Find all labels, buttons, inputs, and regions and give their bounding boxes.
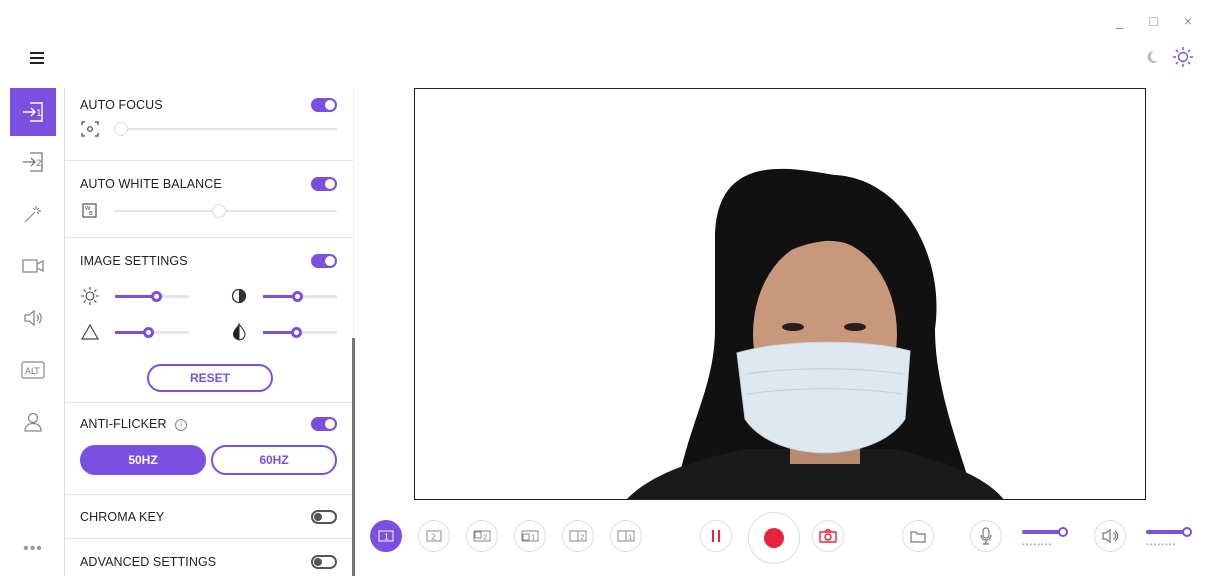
snapshot-button[interactable] (812, 520, 844, 552)
layout-side-1-2-button[interactable]: 2 (562, 520, 594, 552)
speaker-volume-icon (1102, 528, 1119, 544)
close-button[interactable]: × (1184, 14, 1192, 28)
preview-image (415, 89, 1145, 499)
saturation-drop-icon (233, 322, 246, 341)
svg-text:1: 1 (628, 534, 632, 542)
anti-flicker-toggle[interactable] (311, 417, 337, 431)
menu-icon[interactable] (30, 52, 44, 64)
layout-single-2-icon: 2 (426, 530, 442, 542)
contrast-slider[interactable] (263, 290, 337, 302)
chroma-key-toggle[interactable] (311, 510, 337, 524)
50hz-button[interactable]: 50HZ (80, 445, 206, 475)
maximize-button[interactable]: □ (1149, 14, 1157, 28)
white-balance-label: AUTO WHITE BALANCE (80, 177, 222, 191)
auto-focus-section: AUTO FOCUS (65, 88, 353, 161)
svg-text:B: B (89, 211, 93, 217)
image-settings-label: IMAGE SETTINGS (80, 254, 188, 268)
camera-icon[interactable] (10, 240, 56, 292)
info-icon[interactable]: i (175, 419, 188, 431)
camera-snapshot-icon (819, 529, 837, 543)
svg-text:ALT: ALT (25, 367, 40, 377)
svg-text:2: 2 (483, 534, 487, 542)
sharpness-slider[interactable] (115, 326, 189, 338)
svg-text:2: 2 (580, 534, 584, 542)
speaker-level-meter: •••••••• (1146, 540, 1177, 549)
camera-preview (414, 88, 1146, 500)
advanced-settings-label: ADVANCED SETTINGS (80, 555, 217, 569)
focus-slider[interactable] (114, 122, 337, 136)
record-icon (764, 528, 784, 548)
microphone-icon (980, 527, 992, 545)
layout-single-1-icon: 1 (378, 530, 394, 542)
saturation-slider[interactable] (263, 326, 337, 338)
brightness-icon (81, 287, 99, 305)
advanced-settings-section: ADVANCED SETTINGS (65, 539, 353, 576)
minimize-button[interactable]: _ (1116, 14, 1124, 28)
speaker-button[interactable] (1094, 520, 1126, 552)
layout-pip-1-2-button[interactable]: 2 (466, 520, 498, 552)
svg-text:1: 1 (384, 533, 389, 542)
image-settings-section: IMAGE SETTINGS RESET (65, 238, 353, 403)
speaker-volume-slider[interactable] (1146, 527, 1192, 537)
theme-switch (1144, 46, 1194, 68)
auto-focus-label: AUTO FOCUS (80, 98, 163, 112)
open-folder-button[interactable] (902, 520, 934, 552)
source-2-icon[interactable]: 2 (10, 136, 56, 188)
window-controls: _ □ × (1116, 14, 1192, 28)
brightness-slider[interactable] (115, 290, 189, 302)
svg-text:1: 1 (531, 534, 535, 542)
chroma-key-section: CHROMA KEY (65, 495, 353, 539)
panel-scrollbar[interactable] (352, 338, 355, 576)
side-rail: 1 2 ALT ••• (10, 88, 56, 576)
layout-pip-1-2-icon: 2 (473, 530, 491, 542)
anti-flicker-title: ANTI-FLICKER i (80, 417, 188, 431)
mic-volume-slider[interactable] (1022, 527, 1068, 537)
app-window: _ □ × 1 2 ALT ••• AUTO FOCUS AUTO WHITE … (0, 0, 1206, 576)
layout-side-1-2-icon: 2 (569, 530, 587, 542)
advanced-settings-toggle[interactable] (311, 555, 337, 569)
pause-icon (712, 530, 720, 542)
svg-text:1: 1 (36, 109, 42, 119)
more-icon[interactable]: ••• (10, 540, 56, 558)
moon-icon[interactable] (1144, 49, 1160, 65)
svg-text:2: 2 (36, 159, 42, 169)
pause-button[interactable] (700, 520, 732, 552)
white-balance-slider[interactable] (114, 204, 337, 218)
control-bar: 1 2 2 1 2 1 •••••••• •••••••• (366, 512, 1206, 566)
image-settings-toggle[interactable] (311, 254, 337, 268)
layout-side-2-1-button[interactable]: 1 (610, 520, 642, 552)
layout-side-2-1-icon: 1 (617, 530, 635, 542)
60hz-button[interactable]: 60HZ (211, 445, 337, 475)
white-balance-section: AUTO WHITE BALANCE WB (65, 161, 353, 238)
sun-icon[interactable] (1172, 46, 1194, 68)
focus-icon (81, 121, 99, 137)
anti-flicker-section: ANTI-FLICKER i 50HZ 60HZ (65, 403, 353, 495)
layout-pip-2-1-button[interactable]: 1 (514, 520, 546, 552)
effects-wand-icon[interactable] (10, 188, 56, 240)
layout-pip-2-1-icon: 1 (521, 530, 539, 542)
layout-single-1-button[interactable]: 1 (370, 520, 402, 552)
microphone-button[interactable] (970, 520, 1002, 552)
reset-button[interactable]: RESET (147, 364, 273, 392)
sharpness-triangle-icon (80, 323, 100, 340)
layout-single-2-button[interactable]: 2 (418, 520, 450, 552)
record-button[interactable] (748, 512, 800, 564)
svg-text:2: 2 (431, 533, 436, 542)
account-icon[interactable] (10, 396, 56, 448)
alt-icon[interactable]: ALT (10, 344, 56, 396)
contrast-icon (231, 288, 247, 304)
wb-icon: WB (82, 203, 97, 218)
settings-panel: AUTO FOCUS AUTO WHITE BALANCE WB IMAGE S… (64, 88, 354, 576)
auto-focus-toggle[interactable] (311, 98, 337, 112)
chroma-key-label: CHROMA KEY (80, 510, 165, 524)
white-balance-toggle[interactable] (311, 177, 337, 191)
speaker-icon[interactable] (10, 292, 56, 344)
anti-flicker-label: ANTI-FLICKER (80, 417, 167, 431)
source-1-icon[interactable]: 1 (10, 88, 56, 136)
folder-icon (910, 531, 926, 543)
mic-level-meter: •••••••• (1022, 540, 1053, 549)
